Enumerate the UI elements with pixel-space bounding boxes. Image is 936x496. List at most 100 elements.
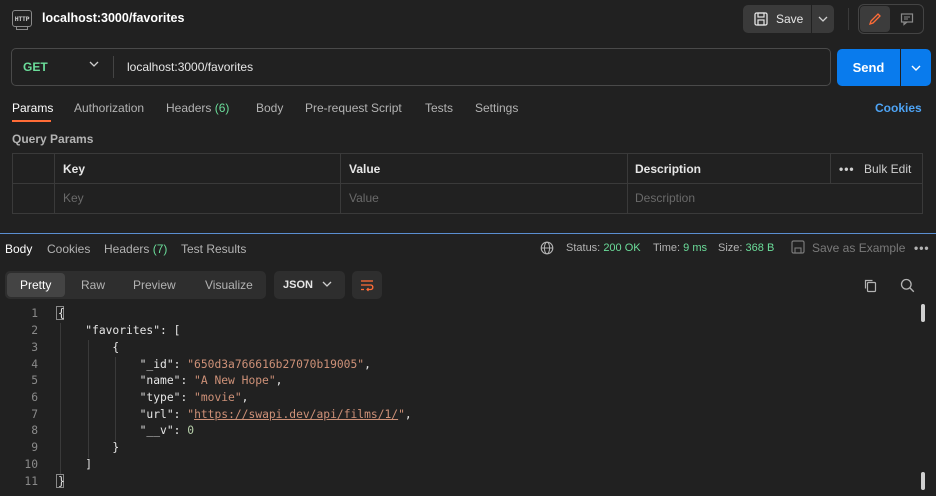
json-number: 0 [187,424,195,437]
wrap-lines-icon [361,280,374,292]
tab-params[interactable]: Params [12,101,53,115]
code-line: } [58,475,65,488]
column-header-description: Description [635,162,702,176]
response-tab-cookies[interactable]: Cookies [47,242,90,256]
chevron-down-icon[interactable] [89,61,99,67]
value-input[interactable]: Value [349,191,379,205]
query-params-label: Query Params [12,132,94,146]
response-headers-count: (7) [152,242,168,256]
save-options-button[interactable] [812,5,834,33]
time-label: Time: [653,242,681,254]
tab-headers[interactable]: Headers (6) [166,101,229,115]
globe-icon[interactable] [540,241,554,255]
table-column-divider [627,153,628,214]
line-number: 4 [31,358,38,371]
comment-icon [900,13,914,26]
save-label: Save [776,12,804,26]
copy-icon[interactable] [863,278,878,293]
comments-button[interactable] [892,6,922,32]
cookies-link[interactable]: Cookies [875,101,922,115]
format-value: JSON [283,279,313,291]
request-tab-title: localhost:3000/favorites [42,11,185,25]
table-column-divider [830,153,831,183]
response-tab-test-results[interactable]: Test Results [181,242,246,256]
json-string: "A New Hope" [194,374,276,387]
more-options-icon[interactable]: ••• [839,162,855,176]
view-pretty[interactable]: Pretty [20,278,51,292]
chevron-down-icon [818,16,828,22]
tab-body[interactable]: Body [256,101,283,115]
vertical-scrollbar[interactable] [921,472,925,490]
send-options-button[interactable] [901,49,931,86]
view-visualize[interactable]: Visualize [205,278,253,292]
response-tab-headers[interactable]: Headers (7) [104,242,167,256]
line-number: 6 [31,391,38,404]
json-key: "__v" [139,424,174,437]
line-number: 11 [24,475,38,488]
search-icon[interactable] [900,278,915,293]
tab-settings[interactable]: Settings [475,101,518,115]
response-tab-body[interactable]: Body [5,242,32,256]
code-line: { [58,341,120,354]
json-quote: " [398,408,405,421]
tab-prerequest-script[interactable]: Pre-request Script [305,101,402,115]
format-select[interactable]: JSON [274,271,345,299]
edit-button[interactable] [860,6,890,32]
code-line: "_id": "650d3a766616b27070b19005", [139,358,371,371]
column-header-value: Value [349,162,381,176]
line-number: 9 [31,441,38,454]
tab-headers-label: Headers [166,101,212,115]
headers-count: (6) [214,101,230,115]
save-icon [791,240,805,254]
code-line: { [58,307,65,320]
code-line: "name": "A New Hope", [139,374,283,387]
line-number: 10 [24,458,38,471]
json-key: "name" [139,374,181,387]
json-string: "movie" [194,391,242,404]
code-line: "type": "movie", [139,391,249,404]
json-key: "favorites" [85,324,161,337]
tab-authorization[interactable]: Authorization [74,101,144,115]
table-column-divider [340,153,341,214]
method-select[interactable]: GET [23,60,48,74]
line-number: 3 [31,341,38,354]
status-label: Status: [566,242,601,254]
wrap-lines-button[interactable] [352,271,382,299]
toolbar-divider [848,8,849,30]
line-number: 1 [31,307,38,320]
key-input[interactable]: Key [63,191,84,205]
json-key: "type" [139,391,181,404]
view-preview[interactable]: Preview [133,278,176,292]
line-number: 5 [31,374,38,387]
send-button[interactable]: Send [837,49,900,86]
json-key: "_id" [139,358,174,371]
code-line: ] [58,458,93,471]
size-label: Size: [718,242,743,254]
json-key: "url" [139,408,174,421]
code-line: "url": "https://swapi.dev/api/films/1/", [139,408,412,421]
http-file-icon: HTTP [12,10,32,30]
more-options-icon[interactable]: ••• [914,241,930,255]
tab-tests[interactable]: Tests [425,101,453,115]
chevron-down-icon [322,281,332,287]
table-divider [12,183,923,184]
response-time: Time: 9 ms [653,242,707,254]
table-column-divider [54,153,55,214]
response-headers-label: Headers [104,242,150,256]
save-button[interactable]: Save [743,5,811,33]
size-value: 368 B [745,242,775,254]
code-line: "__v": 0 [139,424,195,437]
save-as-example-button[interactable]: Save as Example [812,241,905,255]
pane-resize-handle[interactable] [0,233,936,234]
view-raw[interactable]: Raw [81,278,105,292]
vertical-scrollbar[interactable] [921,304,925,322]
url-divider [113,56,114,78]
save-icon [754,12,768,26]
pencil-icon [868,13,881,26]
description-input[interactable]: Description [635,191,695,205]
status-value: 200 OK [603,242,641,254]
status: Status: 200 OK [566,242,641,254]
url-input[interactable]: localhost:3000/favorites [127,60,253,74]
bulk-edit-button[interactable]: Bulk Edit [864,162,911,176]
json-url-link[interactable]: https://swapi.dev/api/films/1/ [194,408,398,421]
